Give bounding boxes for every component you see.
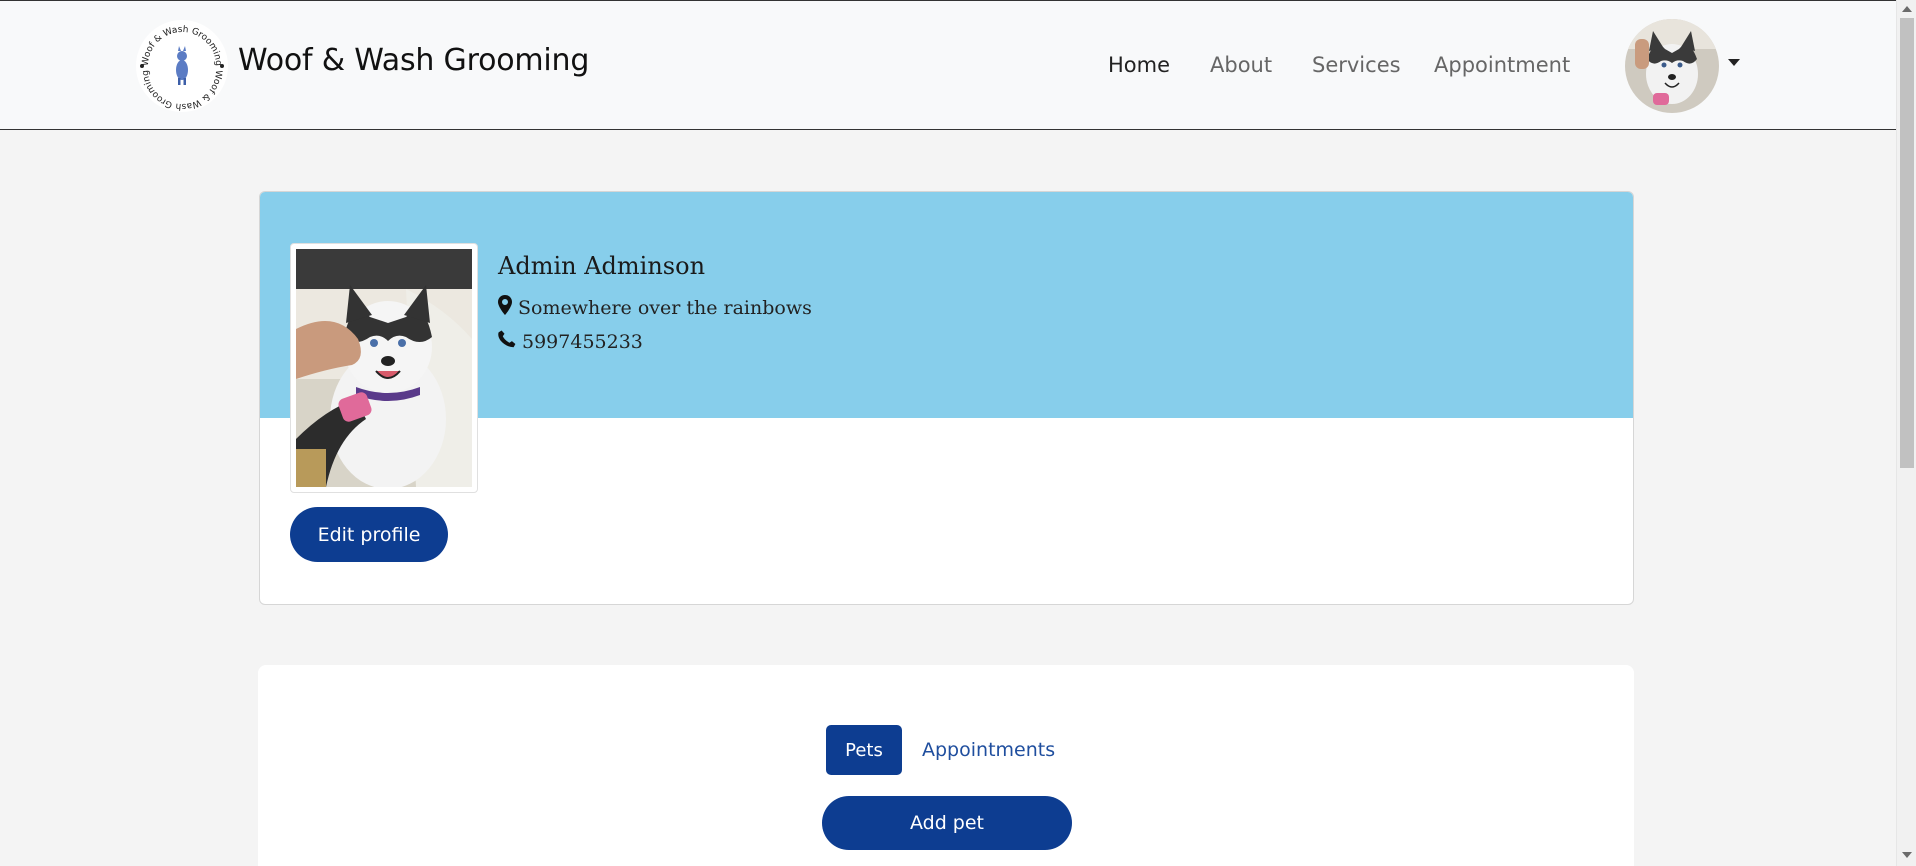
profile-location-text: Somewhere over the rainbows <box>518 296 812 319</box>
tab-appointments[interactable]: Appointments <box>922 739 1055 761</box>
profile-card: Admin Adminson Somewhere over the rainbo… <box>259 191 1634 605</box>
scroll-up-icon[interactable] <box>1902 6 1912 12</box>
nav-link-home[interactable]: Home <box>1108 53 1170 77</box>
nav-link-services[interactable]: Services <box>1312 53 1401 77</box>
nav-link-appointment[interactable]: Appointment <box>1434 53 1570 77</box>
page-scrollbar[interactable] <box>1896 0 1916 866</box>
top-navbar: Woof & Wash Grooming Woof & Wash Groomin… <box>0 0 1896 130</box>
profile-name: Admin Adminson <box>498 252 706 280</box>
add-pet-button[interactable]: Add pet <box>822 796 1072 850</box>
brand-logo[interactable]: Woof & Wash Grooming Woof & Wash Groomin… <box>134 18 230 114</box>
tab-pets[interactable]: Pets <box>826 725 902 775</box>
phone-icon <box>498 330 516 353</box>
caret-down-icon[interactable] <box>1728 59 1740 66</box>
profile-phone-text: 5997455233 <box>522 330 643 353</box>
profile-photo <box>290 243 478 493</box>
nav-link-about[interactable]: About <box>1210 53 1272 77</box>
profile-phone: 5997455233 <box>498 330 643 353</box>
scroll-down-icon[interactable] <box>1902 852 1912 858</box>
user-avatar[interactable] <box>1625 19 1719 113</box>
edit-profile-button[interactable]: Edit profile <box>290 507 448 562</box>
brand-title[interactable]: Woof & Wash Grooming <box>238 43 589 78</box>
scroll-thumb[interactable] <box>1900 18 1914 468</box>
map-marker-icon <box>498 295 512 320</box>
profile-location: Somewhere over the rainbows <box>498 295 812 320</box>
